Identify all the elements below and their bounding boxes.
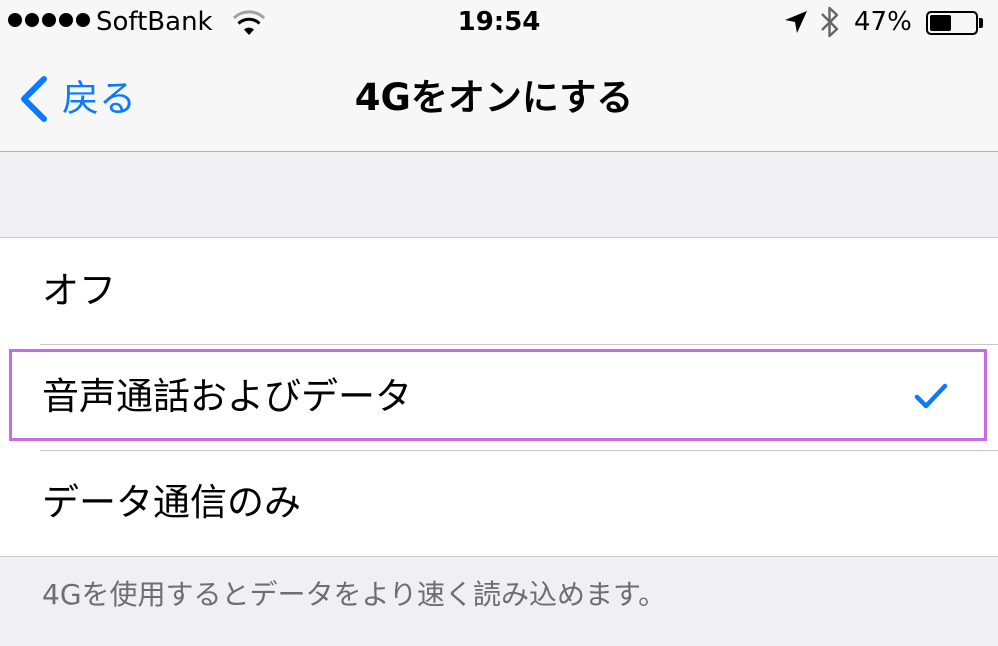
option-label: 音声通話およびデータ xyxy=(42,375,412,418)
footer-note: 4Gを使用するとデータをより速く読み込めます。 xyxy=(42,578,667,611)
option-voice-and-data[interactable]: 音声通話およびデータ xyxy=(0,344,998,450)
battery-percent: 47% xyxy=(854,7,912,37)
option-data-only[interactable]: データ通信のみ xyxy=(0,450,998,556)
lte-option-list: オフ 音声通話およびデータ データ通信のみ xyxy=(0,237,998,557)
status-time: 19:54 xyxy=(457,7,541,37)
status-bar: SoftBank 19:54 47% xyxy=(0,0,998,44)
navigation-bar: 戻る 4Gをオンにする xyxy=(0,44,998,152)
battery-cap xyxy=(979,18,983,28)
bluetooth-icon xyxy=(821,6,839,38)
checkmark-icon xyxy=(914,383,948,409)
option-label: データ通信のみ xyxy=(42,481,301,524)
page-title: 4Gをオンにする xyxy=(354,76,634,119)
battery-icon xyxy=(926,11,978,35)
option-off[interactable]: オフ xyxy=(0,238,998,344)
battery-level-fill xyxy=(930,15,951,31)
option-label: オフ xyxy=(42,269,116,312)
location-arrow-icon xyxy=(785,11,807,33)
